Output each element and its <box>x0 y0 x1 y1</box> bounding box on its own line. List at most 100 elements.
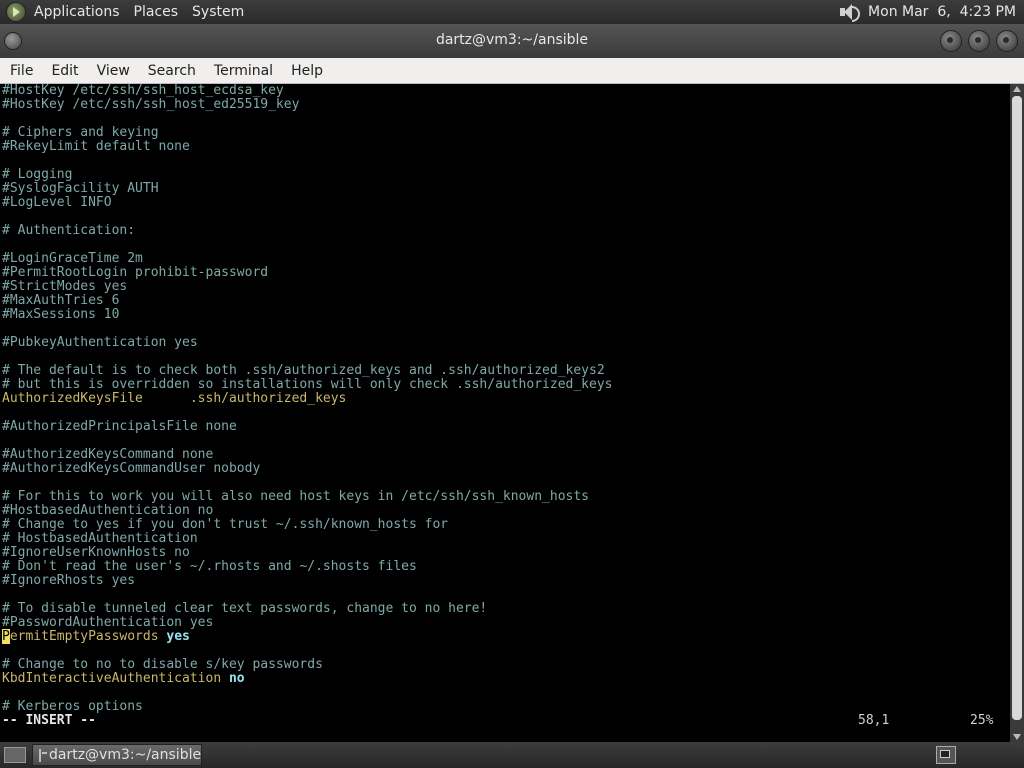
line-text: #IgnoreUserKnownHosts no <box>2 545 190 560</box>
terminal-line: #MaxAuthTries 6 <box>0 294 1010 308</box>
menu-help[interactable]: Help <box>291 63 323 79</box>
clock[interactable]: Mon Mar 6, 4:23 PM <box>868 4 1016 20</box>
line-text: # Ciphers and keying <box>2 125 159 140</box>
terminal-line: # Don't read the user's ~/.rhosts and ~/… <box>0 560 1010 574</box>
show-desktop-icon[interactable] <box>4 747 26 763</box>
line-text: AuthorizedKeysFile .ssh/authorized_keys <box>2 391 347 406</box>
line-text: #IgnoreRhosts yes <box>2 573 136 588</box>
terminal-line: AuthorizedKeysFile .ssh/authorized_keys <box>0 392 1010 406</box>
terminal-line: #LogLevel INFO <box>0 196 1010 210</box>
config-value: yes <box>166 629 190 644</box>
maximize-icon[interactable] <box>968 30 990 52</box>
line-text: #AuthorizedPrincipalsFile none <box>2 419 237 434</box>
terminal-line: #HostKey /etc/ssh/ssh_host_ecdsa_key <box>0 84 1010 98</box>
line-text: # For this to work you will also need ho… <box>2 489 589 504</box>
terminal-scrollbar[interactable] <box>1010 84 1024 742</box>
terminal-content[interactable]: #HostKey /etc/ssh/ssh_host_ecdsa_key #Hos… <box>0 84 1010 742</box>
line-text: #HostKey /etc/ssh/ssh_host_ecdsa_key <box>2 84 284 98</box>
menu-places[interactable]: Places <box>134 4 179 20</box>
line-text: #HostKey /etc/ssh/ssh_host_ed25519_key <box>2 97 300 112</box>
line-text: # Logging <box>2 167 73 182</box>
terminal-line: # The default is to check both .ssh/auth… <box>0 364 1010 378</box>
terminal-line: #PubkeyAuthentication yes <box>0 336 1010 350</box>
menu-view[interactable]: View <box>97 63 130 79</box>
menu-terminal[interactable]: Terminal <box>214 63 273 79</box>
line-text: # Don't read the user's ~/.rhosts and ~/… <box>2 559 417 574</box>
line-text: # To disable tunneled clear text passwor… <box>2 601 488 616</box>
terminal-line: #MaxSessions 10 <box>0 308 1010 322</box>
terminal-line: # Logging <box>0 168 1010 182</box>
scroll-down-icon[interactable] <box>1013 734 1021 740</box>
line-text: #SyslogFacility AUTH <box>2 181 159 196</box>
line-text: #MaxSessions 10 <box>2 307 120 322</box>
workspace-switcher-icon[interactable] <box>936 746 956 764</box>
terminal-line: #AuthorizedKeysCommandUser nobody <box>0 462 1010 476</box>
close-icon[interactable] <box>996 30 1018 52</box>
scroll-percent: 25% <box>970 713 994 728</box>
terminal-line: #IgnoreRhosts yes <box>0 574 1010 588</box>
line-text: # Change to yes if you don't trust ~/.ss… <box>2 517 449 532</box>
terminal-line: # Change to no to disable s/key password… <box>0 658 1010 672</box>
line-text: ermitEmptyPasswords <box>9 629 167 644</box>
line-text: # Kerberos options <box>2 699 143 714</box>
menu-system[interactable]: System <box>192 4 244 20</box>
line-text: #LoginGraceTime 2m <box>2 251 143 266</box>
menu-edit[interactable]: Edit <box>51 63 78 79</box>
terminal-line: # HostbasedAuthentication <box>0 532 1010 546</box>
bottom-panel: dartz@vm3:~/ansible <box>0 742 1024 768</box>
taskbar-window-button[interactable]: dartz@vm3:~/ansible <box>32 744 202 766</box>
terminal-line: #RekeyLimit default none <box>0 140 1010 154</box>
line-text: #RekeyLimit default none <box>2 139 190 154</box>
line-text: # Authentication: <box>2 223 136 238</box>
cursor-position: 58,1 <box>858 713 890 728</box>
config-key: KbdInteractiveAuthentication <box>2 671 222 686</box>
top-panel: Applications Places System Mon Mar 6, 4:… <box>0 0 1024 24</box>
menu-file[interactable]: File <box>10 63 33 79</box>
line-text: #PubkeyAuthentication yes <box>2 335 198 350</box>
window-title: dartz@vm3:~/ansible <box>435 32 589 48</box>
terminal-line: #HostKey /etc/ssh/ssh_host_ed25519_key <box>0 98 1010 112</box>
terminal-line: # Change to yes if you don't trust ~/.ss… <box>0 518 1010 532</box>
taskbar-window-label: dartz@vm3:~/ansible <box>49 747 202 763</box>
line-text: #PasswordAuthentication yes <box>2 615 214 630</box>
line-text: #PermitRootLogin prohibit-password <box>2 265 269 280</box>
terminal-line: #IgnoreUserKnownHosts no <box>0 546 1010 560</box>
terminal-line: # To disable tunneled clear text passwor… <box>0 602 1010 616</box>
config-value: no <box>228 671 245 686</box>
terminal-line: #PermitRootLogin prohibit-password <box>0 266 1010 280</box>
terminal-line: PermitEmptyPasswords yes <box>0 629 1010 644</box>
line-text: # HostbasedAuthentication <box>2 531 198 546</box>
terminal-line: # Ciphers and keying <box>0 126 1010 140</box>
terminal-line: #StrictModes yes <box>0 280 1010 294</box>
menu-search[interactable]: Search <box>148 63 196 79</box>
vim-status-line: -- INSERT -- 58,1 25% <box>0 714 1010 728</box>
vim-mode: -- INSERT -- <box>2 713 96 728</box>
scroll-up-icon[interactable] <box>1013 86 1021 92</box>
terminal-line: # For this to work you will also need ho… <box>0 490 1010 504</box>
line-text: # The default is to check both .ssh/auth… <box>2 363 605 378</box>
menu-applications[interactable]: Applications <box>34 4 120 20</box>
window-menu-icon[interactable] <box>4 32 22 50</box>
line-text: #AuthorizedKeysCommand none <box>2 447 214 462</box>
scrollbar-thumb[interactable] <box>1012 96 1022 720</box>
terminal-line: #AuthorizedPrincipalsFile none <box>0 420 1010 434</box>
window-controls <box>940 30 1018 52</box>
terminal-line: #AuthorizedKeysCommand none <box>0 448 1010 462</box>
minimize-icon[interactable] <box>940 30 962 52</box>
terminal-line: #SyslogFacility AUTH <box>0 182 1010 196</box>
window-titlebar[interactable]: dartz@vm3:~/ansible <box>0 24 1024 58</box>
speaker-icon[interactable] <box>838 3 861 22</box>
gnome-foot-icon[interactable] <box>6 2 26 22</box>
line-text: #AuthorizedKeysCommandUser nobody <box>2 461 261 476</box>
